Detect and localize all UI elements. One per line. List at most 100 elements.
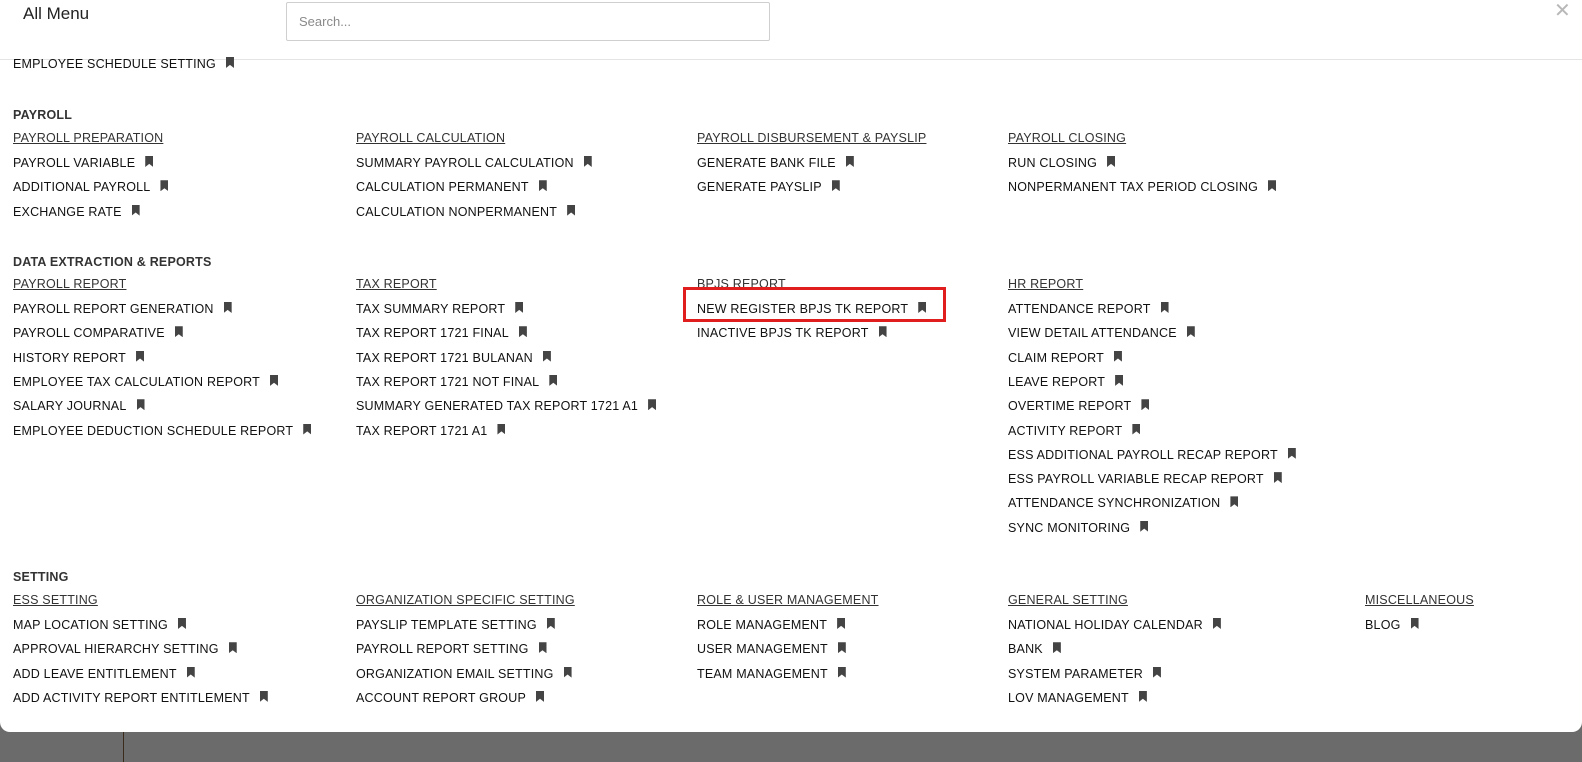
group-header-general-setting[interactable]: GENERAL SETTING <box>1008 593 1128 607</box>
menu-item-account-report-group[interactable]: ACCOUNT REPORT GROUP <box>356 689 544 707</box>
bookmark-icon[interactable] <box>177 618 186 629</box>
bookmark-icon[interactable] <box>1132 423 1141 435</box>
menu-item-summary-payroll-calculation[interactable]: SUMMARY PAYROLL CALCULATION <box>356 154 592 172</box>
menu-item-ess-payroll-variable-recap-report[interactable]: ESS PAYROLL VARIABLE RECAP REPORT <box>1008 470 1282 488</box>
menu-item-leave-report[interactable]: LEAVE REPORT <box>1008 373 1124 391</box>
bookmark-icon[interactable] <box>136 350 145 362</box>
menu-item-nonpermanent-tax-period-closing[interactable]: NONPERMANENT TAX PERIOD CLOSING <box>1008 178 1276 196</box>
group-header-payroll-closing[interactable]: PAYROLL CLOSING <box>1008 131 1126 145</box>
menu-item-payslip-template-setting[interactable]: PAYSLIP TEMPLATE SETTING <box>356 616 555 634</box>
menu-item-new-register-bpjs-tk-report[interactable]: NEW REGISTER BPJS TK REPORT <box>697 300 927 318</box>
group-header-hr-report[interactable]: HR REPORT <box>1008 277 1083 291</box>
bookmark-icon[interactable] <box>546 618 555 629</box>
menu-item-tax-summary-report[interactable]: TAX SUMMARY REPORT <box>356 300 524 318</box>
menu-item-employee-schedule-setting[interactable]: EMPLOYEE SCHEDULE SETTING <box>13 55 234 73</box>
bookmark-icon[interactable] <box>497 423 506 435</box>
menu-item-overtime-report[interactable]: OVERTIME REPORT <box>1008 397 1150 415</box>
menu-item-attendance-synchronization[interactable]: ATTENDANCE SYNCHRONIZATION <box>1008 494 1239 512</box>
menu-item-payroll-report-generation[interactable]: PAYROLL REPORT GENERATION <box>13 300 232 318</box>
menu-item-payroll-variable[interactable]: PAYROLL VARIABLE <box>13 154 154 172</box>
group-header-organization-specific-setting[interactable]: ORGANIZATION SPECIFIC SETTING <box>356 593 575 607</box>
bookmark-icon[interactable] <box>160 180 169 192</box>
bookmark-icon[interactable] <box>223 302 232 313</box>
bookmark-icon[interactable] <box>536 690 544 702</box>
bookmark-icon[interactable] <box>270 374 279 386</box>
bookmark-icon[interactable] <box>1107 156 1116 167</box>
menu-item-payroll-report-setting[interactable]: PAYROLL REPORT SETTING <box>356 640 547 658</box>
menu-item-add-leave-entitlement[interactable]: ADD LEAVE ENTITLEMENT <box>13 665 195 683</box>
menu-item-view-detail-attendance[interactable]: VIEW DETAIL ATTENDANCE <box>1008 324 1195 342</box>
bookmark-icon[interactable] <box>225 57 234 68</box>
menu-item-tax-report-1721-a1[interactable]: TAX REPORT 1721 A1 <box>356 422 506 440</box>
bookmark-icon[interactable] <box>831 180 840 192</box>
bookmark-icon[interactable] <box>563 666 572 678</box>
bookmark-icon[interactable] <box>1212 618 1221 629</box>
menu-item-approval-hierarchy-setting[interactable]: APPROVAL HIERARCHY SETTING <box>13 640 237 658</box>
bookmark-icon[interactable] <box>1141 399 1150 411</box>
bookmark-icon[interactable] <box>1410 618 1419 629</box>
bookmark-icon[interactable] <box>1152 666 1161 678</box>
group-header-miscellaneous[interactable]: MISCELLANEOUS <box>1365 593 1474 607</box>
group-header-tax-report[interactable]: TAX REPORT <box>356 277 437 291</box>
bookmark-icon[interactable] <box>837 642 846 654</box>
menu-item-tax-report-1721-not-final[interactable]: TAX REPORT 1721 NOT FINAL <box>356 373 558 391</box>
bookmark-icon[interactable] <box>878 326 887 338</box>
bookmark-icon[interactable] <box>145 156 154 167</box>
menu-item-blog[interactable]: BLOG <box>1365 616 1419 634</box>
menu-item-exchange-rate[interactable]: EXCHANGE RATE <box>13 203 140 221</box>
menu-item-payroll-comparative[interactable]: PAYROLL COMPARATIVE <box>13 324 183 342</box>
bookmark-icon[interactable] <box>518 326 527 338</box>
bookmark-icon[interactable] <box>1138 690 1147 702</box>
menu-item-bank[interactable]: BANK <box>1008 640 1061 658</box>
menu-item-employee-deduction-schedule-report[interactable]: EMPLOYEE DEDUCTION SCHEDULE REPORT <box>13 422 312 440</box>
menu-item-role-management[interactable]: ROLE MANAGEMENT <box>697 616 846 634</box>
bookmark-icon[interactable] <box>1268 180 1276 192</box>
bookmark-icon[interactable] <box>837 666 846 678</box>
menu-item-organization-email-setting[interactable]: ORGANIZATION EMAIL SETTING <box>356 665 572 683</box>
menu-item-lov-management[interactable]: LOV MANAGEMENT <box>1008 689 1147 707</box>
bookmark-icon[interactable] <box>538 180 547 192</box>
bookmark-icon[interactable] <box>174 326 183 338</box>
menu-item-attendance-report[interactable]: ATTENDANCE REPORT <box>1008 300 1169 318</box>
bookmark-icon[interactable] <box>1140 520 1149 532</box>
bookmark-icon[interactable] <box>542 350 551 362</box>
menu-item-user-management[interactable]: USER MANAGEMENT <box>697 640 846 658</box>
bookmark-icon[interactable] <box>567 204 576 216</box>
bookmark-icon[interactable] <box>1273 472 1282 484</box>
bookmark-icon[interactable] <box>303 423 312 435</box>
group-header-payroll-calculation[interactable]: PAYROLL CALCULATION <box>356 131 505 145</box>
close-icon[interactable]: ✕ <box>1554 0 1571 22</box>
menu-item-sync-monitoring[interactable]: SYNC MONITORING <box>1008 519 1149 537</box>
menu-item-generate-payslip[interactable]: GENERATE PAYSLIP <box>697 178 840 196</box>
bookmark-icon[interactable] <box>1113 350 1122 362</box>
menu-item-calculation-nonpermanent[interactable]: CALCULATION NONPERMANENT <box>356 203 576 221</box>
menu-item-salary-journal[interactable]: SALARY JOURNAL <box>13 397 145 415</box>
menu-item-employee-tax-calculation-report[interactable]: EMPLOYEE TAX CALCULATION REPORT <box>13 373 279 391</box>
bookmark-icon[interactable] <box>259 690 268 702</box>
bookmark-icon[interactable] <box>1230 496 1239 508</box>
menu-item-additional-payroll[interactable]: ADDITIONAL PAYROLL <box>13 178 169 196</box>
bookmark-icon[interactable] <box>583 156 592 167</box>
bookmark-icon[interactable] <box>549 374 558 386</box>
group-header-payroll-preparation[interactable]: PAYROLL PREPARATION <box>13 131 163 145</box>
bookmark-icon[interactable] <box>228 642 237 654</box>
bookmark-icon[interactable] <box>131 204 140 216</box>
bookmark-icon[interactable] <box>845 156 854 167</box>
menu-item-team-management[interactable]: TEAM MANAGEMENT <box>697 665 846 683</box>
menu-item-system-parameter[interactable]: SYSTEM PARAMETER <box>1008 665 1161 683</box>
bookmark-icon[interactable] <box>1052 642 1061 654</box>
group-header-ess-setting[interactable]: ESS SETTING <box>13 593 98 607</box>
bookmark-icon[interactable] <box>186 666 195 678</box>
menu-item-history-report[interactable]: HISTORY REPORT <box>13 349 145 367</box>
menu-item-run-closing[interactable]: RUN CLOSING <box>1008 154 1116 172</box>
menu-item-tax-report-1721-bulanan[interactable]: TAX REPORT 1721 BULANAN <box>356 349 551 367</box>
bookmark-icon[interactable] <box>1115 374 1124 386</box>
group-header-role-and-user-management[interactable]: ROLE & USER MANAGEMENT <box>697 593 879 607</box>
bookmark-icon[interactable] <box>515 302 524 313</box>
menu-item-national-holiday-calendar[interactable]: NATIONAL HOLIDAY CALENDAR <box>1008 616 1221 634</box>
group-header-bpjs-report[interactable]: BPJS REPORT <box>697 277 786 291</box>
bookmark-icon[interactable] <box>1160 302 1169 313</box>
menu-item-map-location-setting[interactable]: MAP LOCATION SETTING <box>13 616 186 634</box>
search-input[interactable] <box>286 2 770 41</box>
bookmark-icon[interactable] <box>648 399 657 411</box>
